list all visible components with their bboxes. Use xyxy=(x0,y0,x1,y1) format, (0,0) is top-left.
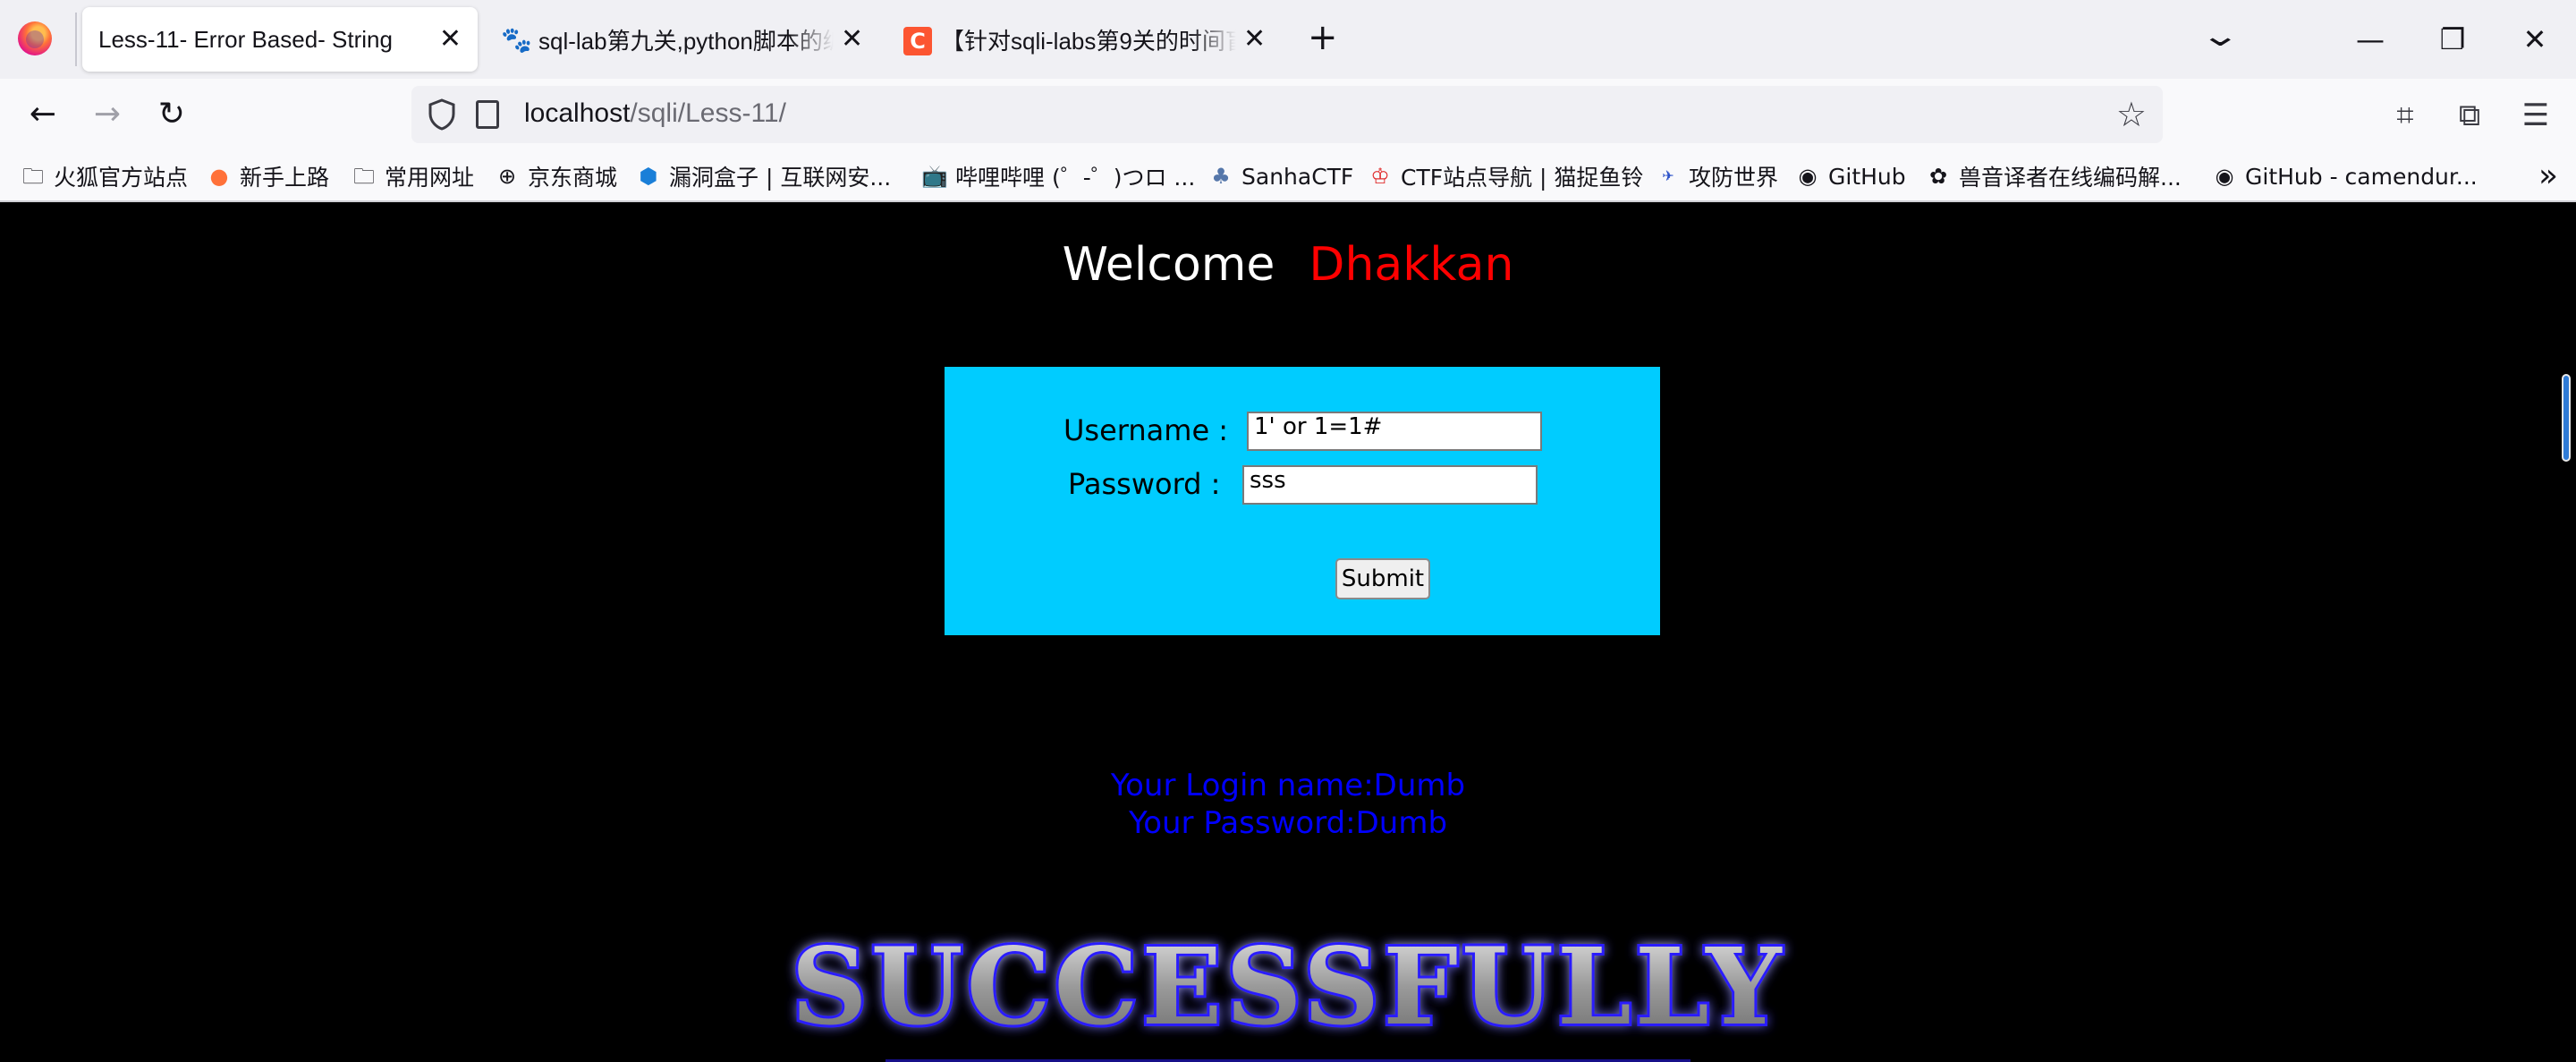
bookmark-item[interactable]: ◉ GitHub xyxy=(1794,159,1906,193)
paw-icon: ✿ xyxy=(1928,164,1948,189)
bookmark-label: 京东商城 xyxy=(528,165,618,191)
username-label: Username : xyxy=(1063,413,1229,447)
bookmark-item[interactable]: ⊕ 京东商城 xyxy=(494,159,617,193)
url-host: localhost xyxy=(524,98,631,128)
vertical-scrollbar[interactable] xyxy=(2555,202,2576,1062)
bookmark-item[interactable]: ⬢ 漏洞盒子 | 互联网安... xyxy=(635,159,892,193)
welcome-name: Dhakkan xyxy=(1309,238,1514,292)
scrollbar-thumb[interactable] xyxy=(2562,374,2571,462)
globe-icon: ⊕ xyxy=(497,164,517,189)
page-icon xyxy=(476,100,499,129)
bookmark-item[interactable]: ✈ 攻防世界 xyxy=(1655,159,1778,193)
bookmark-star-icon[interactable]: ☆ xyxy=(2116,95,2147,134)
bookmark-label: 攻防世界 xyxy=(1689,165,1779,191)
bookmark-item[interactable]: 🗀 常用网址 xyxy=(351,159,474,193)
github-icon: ◉ xyxy=(1798,164,1818,189)
back-arrow-icon[interactable]: ← xyxy=(20,91,66,138)
bookmark-item[interactable]: ✿ 兽音译者在线编码解... xyxy=(1925,159,2182,193)
bookmark-label: SanhaCTF xyxy=(1241,163,1354,190)
bookmark-item[interactable]: ♣ SanhaCTF xyxy=(1208,159,1353,193)
bookmark-item[interactable]: ◉ GitHub - camendur... xyxy=(2211,159,2478,193)
bookmark-item[interactable]: ♔ CTF站点导航 | 猫捉鱼铃 xyxy=(1367,159,1643,193)
bookmark-label: 兽音译者在线编码解... xyxy=(1959,165,2182,191)
login-password-result: Your Password:Dumb xyxy=(1128,805,1448,841)
bookmark-label: 常用网址 xyxy=(385,165,475,191)
success-banner-svg: SUCCESSFULLY xyxy=(788,922,1784,1051)
bookmark-item[interactable]: ● 新手上路 xyxy=(206,159,330,193)
login-form: Username : 1' or 1=1# Password : sss Sub… xyxy=(945,367,1660,635)
login-name-result: Your Login name:Dumb xyxy=(1110,768,1466,803)
ctf-icon: ♣ xyxy=(1211,164,1231,189)
firefox-icon[interactable] xyxy=(18,21,52,55)
password-input[interactable]: sss xyxy=(1242,465,1538,505)
close-icon[interactable]: ✕ xyxy=(841,26,863,53)
restore-icon[interactable]: ❐ xyxy=(2417,13,2488,66)
firefox-icon: ● xyxy=(209,164,229,189)
screenshot-crop-icon[interactable]: ⌗ xyxy=(2383,93,2428,138)
bookmark-label: 新手上路 xyxy=(240,165,330,191)
folder-icon: 🗀 xyxy=(22,164,44,189)
url-text[interactable]: localhost/sqli/Less-11/ xyxy=(524,98,786,129)
tab-csdn[interactable]: C 【针对sqli-labs第9关的时间盲注 ✕ xyxy=(900,7,1275,72)
bookmark-item[interactable]: 🗀 火狐官方站点 xyxy=(20,159,188,193)
close-icon[interactable]: ✕ xyxy=(439,26,462,53)
new-tab-plus-icon[interactable]: + xyxy=(1308,20,1338,55)
forward-arrow-icon[interactable]: → xyxy=(84,91,131,138)
extensions-puzzle-icon[interactable]: ⧉ xyxy=(2447,93,2492,138)
tab-less-11[interactable]: Less-11- Error Based- String ✕ xyxy=(82,7,478,72)
nav-bar: ← → ↻ localhost/sqli/Less-11/ ☆ ⌗ ⧉ ☰ xyxy=(0,79,2576,150)
bilibili-icon: 📺 xyxy=(921,164,948,189)
adworld-icon: ✈ xyxy=(1662,167,1674,184)
tab-title: 【针对sqli-labs第9关的时间盲注 xyxy=(941,27,1236,55)
ctf-nav-icon: ♔ xyxy=(1370,164,1390,189)
url-path: /sqli/Less-11/ xyxy=(630,98,786,128)
bookmarks-toolbar: 🗀 火狐官方站点 ● 新手上路 🗀 常用网址 ⊕ 京东商城 ⬢ 漏洞盒子 | 互联网安..… xyxy=(0,150,2576,202)
bookmark-item[interactable]: 📺 哔哩哔哩 (゜-゜)つロ ... xyxy=(921,159,1195,193)
shield-icon[interactable] xyxy=(428,98,456,131)
banner-second-line-image xyxy=(886,1052,1690,1062)
tab-title: sql-lab第九关,python脚本的编写 xyxy=(538,27,834,55)
username-input[interactable]: 1' or 1=1# xyxy=(1247,412,1542,451)
welcome-text: Welcome xyxy=(1062,238,1275,292)
close-icon[interactable]: ✕ xyxy=(1243,26,1266,53)
baidu-paw-icon: 🐾 xyxy=(501,25,532,55)
minimize-icon[interactable]: — xyxy=(2334,13,2406,66)
submit-button[interactable]: Submit xyxy=(1335,558,1430,599)
reload-icon[interactable]: ↻ xyxy=(148,91,195,138)
github-icon: ◉ xyxy=(2215,164,2234,189)
url-bar[interactable]: localhost/sqli/Less-11/ ☆ xyxy=(411,86,2163,143)
bookmark-label: CTF站点导航 | 猫捉鱼铃 xyxy=(1401,165,1644,191)
page-content: Welcome Dhakkan Username : 1' or 1=1# Pas… xyxy=(0,202,2576,1062)
window-close-icon[interactable]: ✕ xyxy=(2499,13,2571,66)
banner-text: SUCCESSFULLY xyxy=(791,927,1784,1049)
chevron-down-icon[interactable]: ⌄ xyxy=(2199,18,2241,54)
success-banner-image: SUCCESSFULLY xyxy=(758,922,1818,1052)
tab-title: Less-11- Error Based- String xyxy=(98,25,393,53)
csdn-icon: C xyxy=(903,27,932,55)
folder-icon: 🗀 xyxy=(353,164,375,189)
hamburger-menu-icon[interactable]: ☰ xyxy=(2513,93,2558,138)
tab-bar: Less-11- Error Based- String ✕ 🐾 sql-lab… xyxy=(0,0,2576,79)
bookmark-label: 漏洞盒子 | 互联网安... xyxy=(669,165,892,191)
bookmark-label: 火狐官方站点 xyxy=(54,165,189,191)
tab-divider xyxy=(75,13,77,66)
chevron-double-right-icon[interactable]: » xyxy=(2538,157,2558,194)
password-label: Password : xyxy=(1068,467,1221,501)
tab-sql-lab[interactable]: 🐾 sql-lab第九关,python脚本的编写 ✕ xyxy=(497,7,873,72)
welcome-heading: Welcome Dhakkan xyxy=(0,238,2576,292)
hexagon-icon: ⬢ xyxy=(639,164,658,189)
bookmark-label: GitHub xyxy=(1828,163,1906,190)
bookmark-label: 哔哩哔哩 (゜-゜)つロ ... xyxy=(955,165,1196,191)
bookmark-label: GitHub - camendur... xyxy=(2245,163,2478,190)
